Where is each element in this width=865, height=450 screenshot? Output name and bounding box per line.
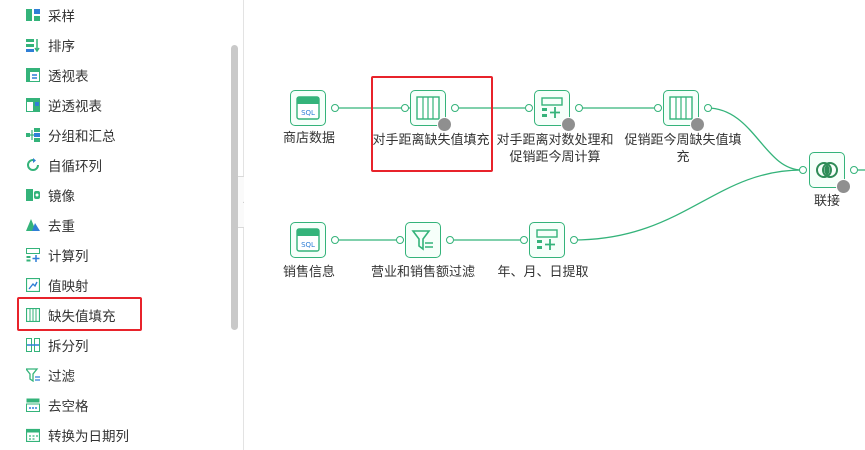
- dedupe-icon: [26, 218, 40, 232]
- operator-sidebar: 采样 排序 透视表 逆透视表 分组和汇总 自循环列 镜像 去重 计算列 值映射 …: [0, 0, 236, 450]
- sidebar-highlight-box: [17, 297, 142, 331]
- sidebar-item-to-date[interactable]: 转换为日期列: [26, 422, 129, 448]
- status-badge: [836, 179, 851, 194]
- sidebar-item-label: 采样: [48, 9, 75, 25]
- sidebar-item-label: 过滤: [48, 369, 75, 385]
- status-badge: [690, 117, 705, 132]
- input-port[interactable]: [396, 236, 404, 244]
- sidebar-item-sample[interactable]: 采样: [26, 2, 75, 28]
- missing-fill-icon: [669, 96, 693, 120]
- node-label: 促销距今周缺失值填充: [624, 133, 742, 165]
- join-icon: [816, 162, 838, 178]
- output-port[interactable]: [446, 236, 454, 244]
- input-port[interactable]: [525, 104, 533, 112]
- sidebar-item-label: 镜像: [48, 189, 75, 205]
- value-map-icon: [26, 278, 40, 292]
- node-sales-info[interactable]: SQL: [290, 222, 326, 258]
- sidebar-item-label: 自循环列: [48, 159, 102, 175]
- output-port[interactable]: [331, 104, 339, 112]
- node-label: 销售信息: [282, 265, 335, 280]
- node-label: 联接: [813, 194, 840, 209]
- node-highlight-box: [371, 76, 493, 172]
- node-date-extract[interactable]: [529, 222, 565, 258]
- sidebar-item-value-map[interactable]: 值映射: [26, 272, 89, 298]
- sidebar-item-label: 值映射: [48, 279, 89, 295]
- sidebar-item-group[interactable]: 分组和汇总: [26, 122, 116, 148]
- node-join[interactable]: [809, 152, 851, 194]
- sidebar-item-calc-column[interactable]: 计算列: [26, 242, 89, 268]
- sidebar-item-trim[interactable]: 去空格: [26, 392, 89, 418]
- sql-icon: SQL: [296, 96, 320, 120]
- mirror-icon: [26, 188, 40, 202]
- group-icon: [26, 128, 40, 142]
- node-label: 年、月、日提取: [497, 265, 589, 280]
- node-label: 营业和销售额过滤: [370, 265, 475, 280]
- unpivot-icon: [26, 98, 40, 112]
- node-label: 商店数据: [282, 131, 335, 146]
- sidebar-item-label: 拆分列: [48, 339, 89, 355]
- sidebar-item-split-column[interactable]: 拆分列: [26, 332, 89, 358]
- output-port[interactable]: [704, 104, 712, 112]
- status-badge: [561, 117, 576, 132]
- sidebar-item-mirror[interactable]: 镜像: [26, 182, 75, 208]
- filter-icon: [411, 230, 433, 251]
- calc-column-icon: [536, 229, 558, 250]
- sidebar-item-label: 去重: [48, 219, 75, 235]
- sidebar-item-label: 逆透视表: [48, 99, 102, 115]
- calc-column-icon: [26, 248, 40, 262]
- to-date-icon: [26, 428, 40, 442]
- sidebar-item-label: 透视表: [48, 69, 89, 85]
- trim-icon: [26, 398, 40, 412]
- flow-canvas[interactable]: SQL 商店数据 对手距离缺失值填充 对手距离对数处理和促销距今周计算 促销距今…: [244, 0, 865, 450]
- input-port[interactable]: [520, 236, 528, 244]
- output-port[interactable]: [570, 236, 578, 244]
- calc-column-icon: [541, 97, 563, 118]
- sidebar-item-unpivot[interactable]: 逆透视表: [26, 92, 102, 118]
- svg-text:SQL: SQL: [301, 109, 315, 117]
- sidebar-item-dedupe[interactable]: 去重: [26, 212, 75, 238]
- output-port[interactable]: [850, 166, 858, 174]
- sidebar-item-pivot[interactable]: 透视表: [26, 62, 89, 88]
- sidebar-item-loop[interactable]: 自循环列: [26, 152, 102, 178]
- sidebar-item-label: 分组和汇总: [48, 129, 116, 145]
- node-shop-data[interactable]: SQL: [290, 90, 326, 126]
- output-port[interactable]: [575, 104, 583, 112]
- input-port[interactable]: [799, 166, 807, 174]
- sidebar-item-filter[interactable]: 过滤: [26, 362, 75, 388]
- sample-icon: [26, 8, 40, 22]
- sort-icon: [26, 38, 40, 52]
- node-sales-filter[interactable]: [405, 222, 441, 258]
- sidebar-item-label: 转换为日期列: [48, 429, 129, 445]
- node-label: 对手距离对数处理和促销距今周计算: [496, 133, 614, 165]
- svg-text:SQL: SQL: [301, 241, 315, 249]
- sidebar-item-sort[interactable]: 排序: [26, 32, 75, 58]
- node-log-transform[interactable]: [534, 90, 576, 132]
- node-fill-promo-weeks[interactable]: [663, 90, 705, 132]
- sidebar-item-label: 去空格: [48, 399, 89, 415]
- sidebar-item-label: 计算列: [48, 249, 89, 265]
- filter-icon: [26, 368, 40, 382]
- input-port[interactable]: [654, 104, 662, 112]
- loop-icon: [26, 158, 40, 172]
- pivot-icon: [26, 68, 40, 82]
- sidebar-scrollbar[interactable]: [231, 45, 238, 330]
- sql-icon: SQL: [296, 228, 320, 252]
- split-column-icon: [26, 338, 40, 352]
- sidebar-item-label: 排序: [48, 39, 75, 55]
- output-port[interactable]: [331, 236, 339, 244]
